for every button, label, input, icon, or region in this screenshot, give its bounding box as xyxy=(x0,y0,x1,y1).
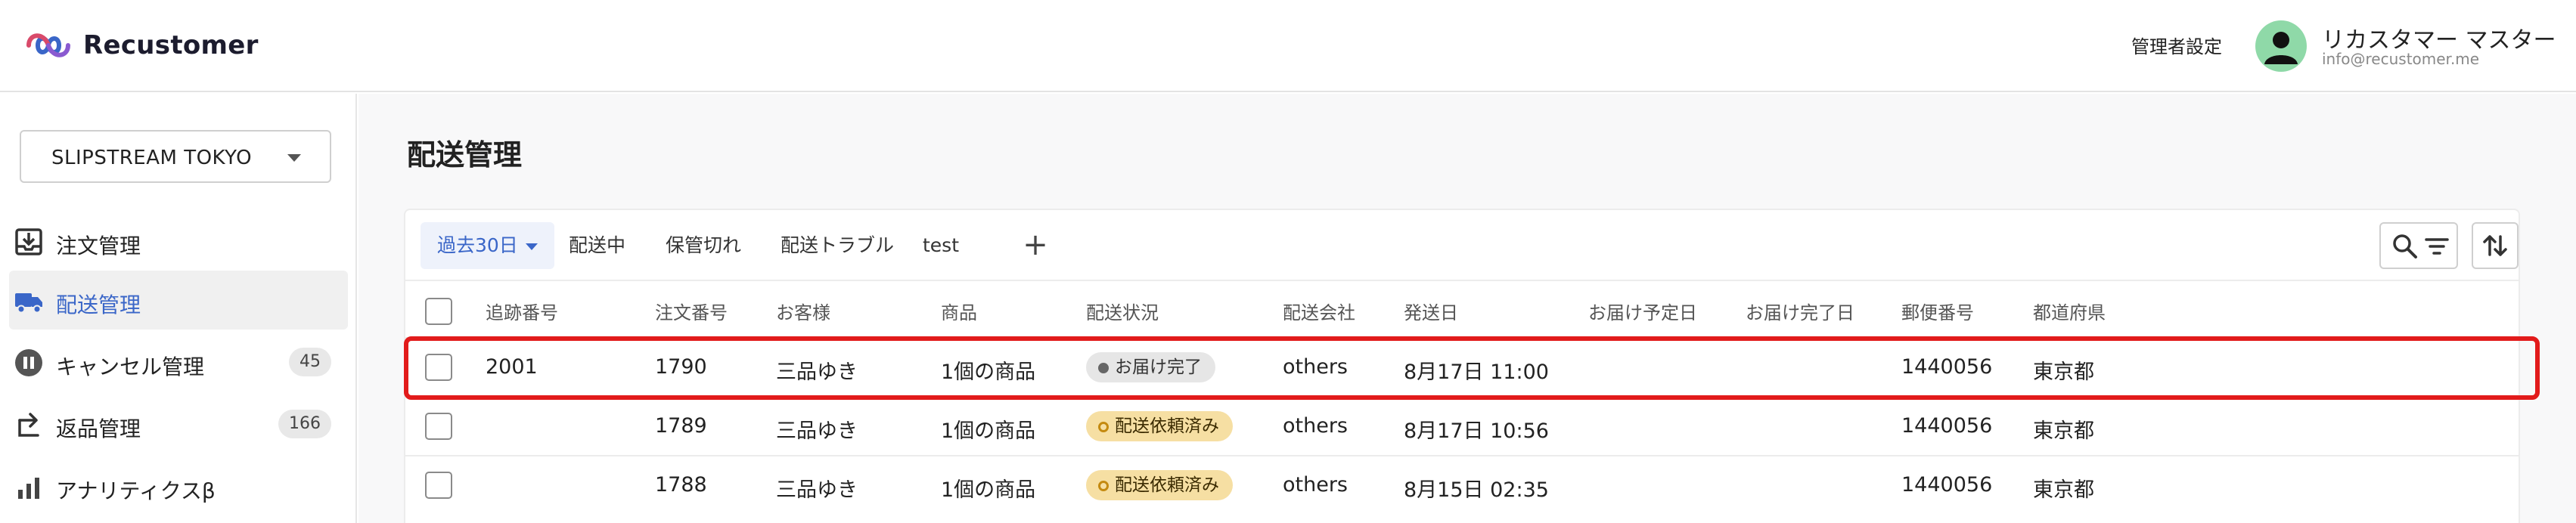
column-header-prefecture[interactable]: 都道府県 xyxy=(2033,298,2106,324)
inbox-download-icon xyxy=(15,228,42,255)
status-badge: お届け完了 xyxy=(1086,352,1215,382)
row-checkbox[interactable] xyxy=(425,472,452,499)
infinity-logo-icon xyxy=(26,33,70,57)
app-header: Recustomer 管理者設定 リカスタマー マスター info@recust… xyxy=(0,0,2576,92)
tab-label: 保管切れ xyxy=(666,234,742,256)
count-badge: 45 xyxy=(289,348,331,376)
sidebar-item-orders[interactable]: 注文管理 xyxy=(9,212,348,271)
order-number[interactable]: 1788 xyxy=(655,473,707,497)
product-summary: 1個の商品 xyxy=(941,361,1036,384)
postal-code: 1440056 xyxy=(1901,473,1993,497)
ship-date: 8月17日 10:56 xyxy=(1404,419,1549,443)
table-row[interactable]: 2001 1790 三品ゆき 1個の商品 お届け完了 others 8月17日 … xyxy=(405,337,2519,396)
main-content: 配送管理 過去30日 配送中 保管切れ 配送トラブル test + 追跡番号 注… xyxy=(358,94,2576,523)
status-text: 配送依頼済み xyxy=(1115,475,1219,495)
carrier: others xyxy=(1283,473,1348,497)
status-badge: 配送依頼済み xyxy=(1086,411,1233,441)
column-header-tracking[interactable]: 追跡番号 xyxy=(486,298,558,324)
tracking-number: 2001 xyxy=(486,355,538,379)
brand-name: Recustomer xyxy=(83,30,259,60)
sidebar-item-shipping[interactable]: 配送管理 xyxy=(9,271,348,330)
table-row[interactable]: 1789 三品ゆき 1個の商品 配送依頼済み others 8月17日 10:5… xyxy=(405,396,2519,455)
tab-label: 配送中 xyxy=(569,234,626,256)
tab-delivery-trouble[interactable]: 配送トラブル xyxy=(764,222,911,269)
sidebar: SLIPSTREAM TOKYO 注文管理 配送管理 キャンセル管理 45 返品… xyxy=(0,94,357,523)
ship-date: 8月17日 11:00 xyxy=(1404,361,1549,384)
customer-name: 三品ゆき xyxy=(776,478,858,502)
page-title: 配送管理 xyxy=(407,138,523,172)
tab-label: 過去30日 xyxy=(437,234,518,256)
customer-name: 三品ゆき xyxy=(776,361,858,384)
sidebar-item-label: 配送管理 xyxy=(56,292,141,317)
row-checkbox[interactable] xyxy=(425,354,452,381)
status-badge: 配送依頼済み xyxy=(1086,470,1233,500)
status-text: 配送依頼済み xyxy=(1115,416,1219,436)
product-summary: 1個の商品 xyxy=(941,478,1036,502)
return-arrow-icon xyxy=(18,413,39,437)
user-email: info@recustomer.me xyxy=(2322,50,2480,68)
customer-name: 三品ゆき xyxy=(776,419,858,443)
postal-code: 1440056 xyxy=(1901,355,1993,379)
add-tab-button[interactable]: + xyxy=(1013,224,1057,268)
sidebar-item-label: キャンセル管理 xyxy=(56,354,205,379)
store-name: SLIPSTREAM TOKYO xyxy=(51,147,253,169)
shipments-table-card: 過去30日 配送中 保管切れ 配送トラブル test + 追跡番号 注文番号 お… xyxy=(404,209,2520,523)
column-header-carrier[interactable]: 配送会社 xyxy=(1283,298,1355,324)
tab-last-30-days[interactable]: 過去30日 xyxy=(421,222,554,269)
column-header-delivered[interactable]: お届け完了日 xyxy=(1746,298,1854,324)
carrier: others xyxy=(1283,414,1348,438)
sidebar-item-analytics[interactable]: アナリティクスβ xyxy=(9,456,348,515)
column-header-ship-date[interactable]: 発送日 xyxy=(1404,298,1458,324)
truck-icon xyxy=(15,293,42,314)
sort-arrows-icon xyxy=(2483,235,2507,256)
search-icon xyxy=(2393,234,2417,258)
user-silhouette-icon xyxy=(2264,32,2298,64)
filter-icon xyxy=(2425,238,2449,255)
sidebar-item-cancellations[interactable]: キャンセル管理 45 xyxy=(9,333,348,391)
product-summary: 1個の商品 xyxy=(941,419,1036,443)
row-checkbox[interactable] xyxy=(425,413,452,440)
prefecture: 東京都 xyxy=(2033,361,2094,384)
column-header-eta[interactable]: お届け予定日 xyxy=(1588,298,1697,324)
column-header-customer[interactable]: お客様 xyxy=(776,298,830,324)
caret-down-icon xyxy=(525,243,538,250)
status-text: お届け完了 xyxy=(1115,357,1202,377)
status-ring-icon xyxy=(1098,481,1109,491)
sidebar-item-label: 返品管理 xyxy=(56,416,141,441)
store-selector[interactable]: SLIPSTREAM TOKYO xyxy=(20,130,331,183)
search-filter-button[interactable] xyxy=(2379,222,2458,269)
prefecture: 東京都 xyxy=(2033,419,2094,443)
column-header-product[interactable]: 商品 xyxy=(941,298,977,324)
count-badge: 166 xyxy=(278,410,331,438)
column-header-order[interactable]: 注文番号 xyxy=(655,298,728,324)
status-ring-icon xyxy=(1098,422,1109,432)
avatar[interactable] xyxy=(2255,20,2307,72)
order-number[interactable]: 1790 xyxy=(655,355,707,379)
column-header-status[interactable]: 配送状況 xyxy=(1086,298,1159,324)
sidebar-item-label: 注文管理 xyxy=(56,234,141,258)
column-header-postal[interactable]: 郵便番号 xyxy=(1901,298,1974,324)
postal-code: 1440056 xyxy=(1901,414,1993,438)
order-number[interactable]: 1789 xyxy=(655,414,707,438)
view-tabs: 過去30日 配送中 保管切れ 配送トラブル test + xyxy=(405,210,2519,281)
status-dot-icon xyxy=(1098,363,1109,373)
tab-test[interactable]: test xyxy=(906,222,976,269)
sidebar-item-returns[interactable]: 返品管理 166 xyxy=(9,395,348,453)
pause-circle-icon xyxy=(15,349,42,376)
select-all-checkbox[interactable] xyxy=(425,298,452,325)
sort-button[interactable] xyxy=(2472,222,2519,269)
carrier: others xyxy=(1283,355,1348,379)
table-row[interactable]: 1788 三品ゆき 1個の商品 配送依頼済み others 8月15日 02:3… xyxy=(405,455,2519,514)
brand-logo[interactable]: Recustomer xyxy=(24,26,259,65)
admin-settings-link[interactable]: 管理者設定 xyxy=(2131,32,2222,58)
sidebar-item-label: アナリティクスβ xyxy=(56,478,216,503)
tab-in-transit[interactable]: 配送中 xyxy=(552,222,642,269)
tab-label: test xyxy=(923,234,960,256)
ship-date: 8月15日 02:35 xyxy=(1404,478,1549,502)
tab-storage-expired[interactable]: 保管切れ xyxy=(649,222,758,269)
bar-chart-icon xyxy=(18,478,39,499)
prefecture: 東京都 xyxy=(2033,478,2094,502)
caret-down-icon xyxy=(287,154,301,162)
tab-label: 配送トラブル xyxy=(781,234,895,256)
